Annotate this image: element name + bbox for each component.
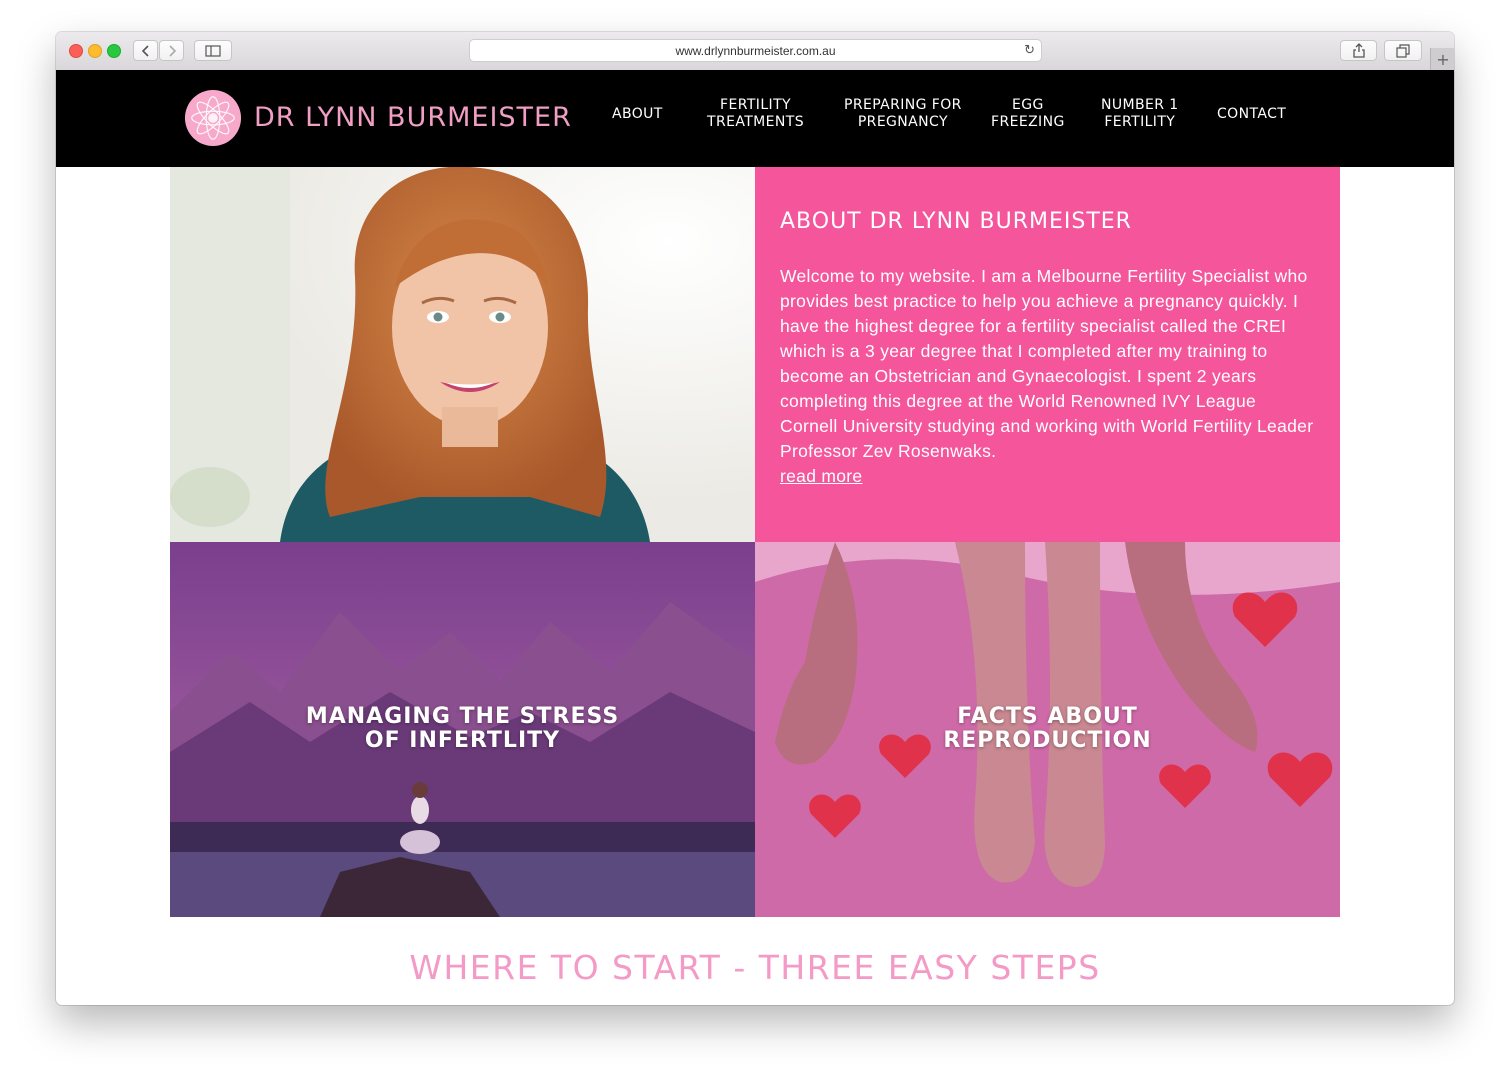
read-more-link[interactable]: read more <box>780 464 862 489</box>
nav-contact[interactable]: CONTACT <box>1217 106 1286 123</box>
back-button[interactable] <box>133 40 158 61</box>
nav-about[interactable]: ABOUT <box>612 106 663 123</box>
chevron-left-icon <box>141 44 149 57</box>
nav-egg-freezing[interactable]: EGG FREEZING <box>991 97 1065 131</box>
managing-stress-tile[interactable]: MANAGING THE STRESS OF INFERTLITY <box>170 542 755 917</box>
browser-toolbar: www.drlynnburmeister.com.au ↻ + <box>56 32 1454 71</box>
steps-heading: WHERE TO START - THREE EASY STEPS <box>409 948 1101 987</box>
managing-stress-label: MANAGING THE STRESS OF INFERTLITY <box>305 704 620 753</box>
tabs-button[interactable] <box>1384 40 1422 61</box>
nav-fertility-treatments[interactable]: FERTILITY TREATMENTS <box>707 97 804 131</box>
url-text: www.drlynnburmeister.com.au <box>675 43 836 58</box>
lotus-icon[interactable] <box>184 89 242 147</box>
doctor-portrait <box>170 167 755 542</box>
reload-icon[interactable]: ↻ <box>1024 43 1035 58</box>
about-panel: ABOUT DR LYNN BURMEISTER Welcome to my w… <box>755 167 1340 542</box>
sidebar-icon <box>205 44 221 57</box>
browser-window: www.drlynnburmeister.com.au ↻ + DR LYNN … <box>56 32 1454 1005</box>
sidebar-button[interactable] <box>194 40 232 61</box>
about-body: Welcome to my website. I am a Melbourne … <box>780 266 1314 461</box>
nav-number-1-fertility[interactable]: NUMBER 1 FERTILITY <box>1101 97 1179 131</box>
site-header: DR LYNN BURMEISTER ABOUT FERTILITY TREAT… <box>56 70 1454 167</box>
share-button[interactable] <box>1340 40 1377 61</box>
plus-icon: + <box>1436 49 1450 69</box>
facts-reproduction-tile[interactable]: FACTS ABOUT REPRODUCTION <box>755 542 1340 917</box>
portrait-illustration <box>170 167 755 542</box>
forward-button[interactable] <box>159 40 184 61</box>
facts-reproduction-label: FACTS ABOUT REPRODUCTION <box>943 704 1152 753</box>
zoom-window-button[interactable] <box>107 44 121 58</box>
chevron-right-icon <box>168 44 176 57</box>
about-title: ABOUT DR LYNN BURMEISTER <box>780 209 1132 234</box>
close-window-button[interactable] <box>69 44 83 58</box>
minimize-window-button[interactable] <box>88 44 102 58</box>
site-logo-text[interactable]: DR LYNN BURMEISTER <box>254 102 572 133</box>
address-bar[interactable]: www.drlynnburmeister.com.au ↻ <box>469 39 1042 62</box>
share-icon <box>1352 43 1365 58</box>
new-tab-button[interactable]: + <box>1430 48 1454 70</box>
nav-preparing-for-pregnancy[interactable]: PREPARING FOR PREGNANCY <box>844 97 962 131</box>
tabs-icon <box>1396 43 1410 58</box>
